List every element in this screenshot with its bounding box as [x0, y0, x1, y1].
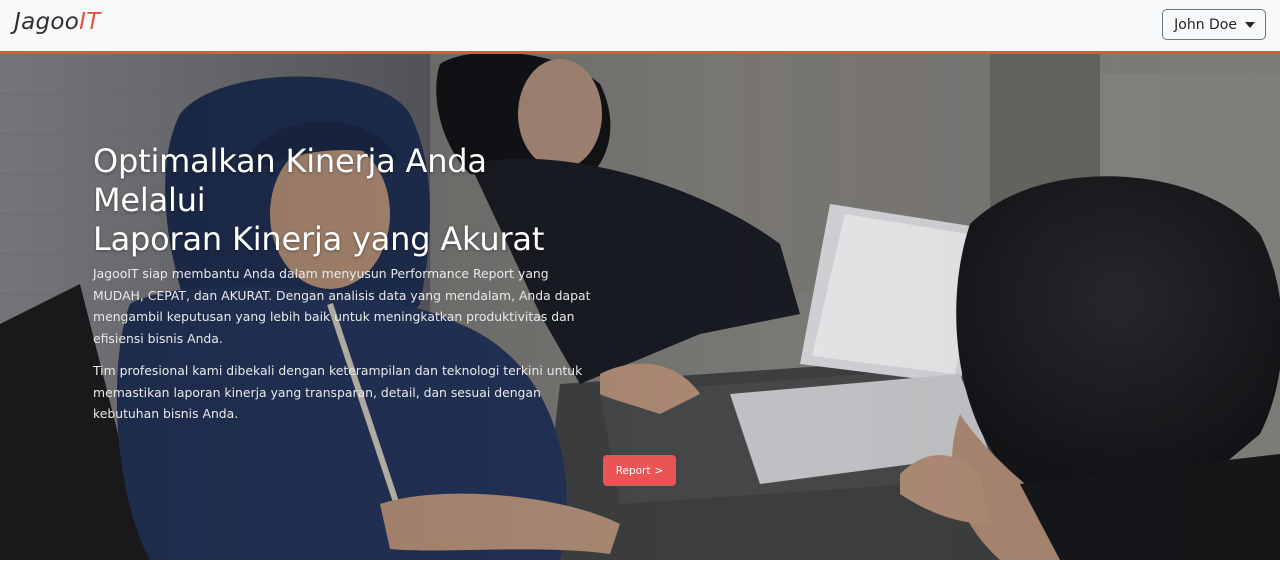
- chevron-right-icon: >: [654, 464, 664, 477]
- hero-content: Optimalkan Kinerja Anda Melalui Laporan …: [93, 142, 598, 425]
- caret-down-icon: [1245, 21, 1255, 28]
- brand-logo[interactable]: JagooIT: [14, 9, 101, 35]
- report-button[interactable]: Report >: [603, 455, 676, 486]
- brand-logo-text: Jagoo: [14, 9, 80, 35]
- hero-title-line1: Optimalkan Kinerja Anda Melalui: [93, 142, 487, 219]
- hero-section: Optimalkan Kinerja Anda Melalui Laporan …: [0, 54, 1280, 560]
- navbar: JagooIT John Doe: [0, 0, 1280, 54]
- hero-title-line2: Laporan Kinerja yang Akurat: [93, 220, 545, 258]
- hero-description: JagooIT siap membantu Anda dalam menyusu…: [93, 266, 591, 346]
- hero-team-description: Tim profesional kami dibekali dengan ket…: [93, 363, 583, 421]
- user-menu-button[interactable]: John Doe: [1162, 9, 1266, 40]
- hero-title: Optimalkan Kinerja Anda Melalui Laporan …: [93, 142, 598, 259]
- user-name: John Doe: [1174, 16, 1237, 33]
- report-button-label: Report: [615, 464, 651, 477]
- brand-logo-accent: IT: [79, 9, 101, 35]
